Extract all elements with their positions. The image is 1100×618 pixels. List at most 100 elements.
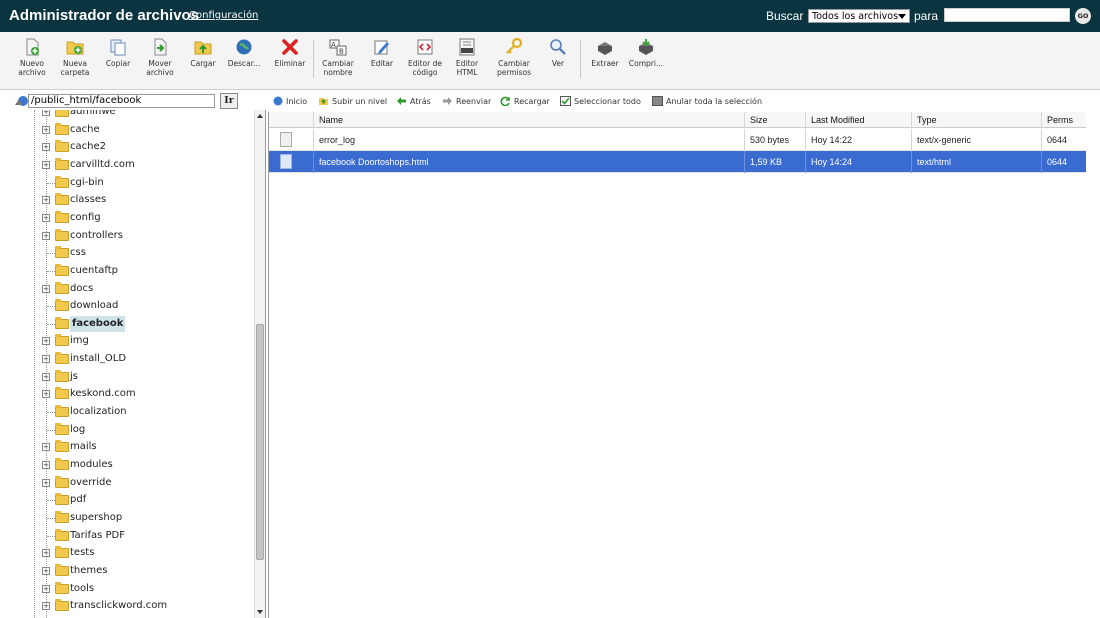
extract-button[interactable]: Extraer xyxy=(587,38,623,68)
header-bar: Administrador de archivos Configuración … xyxy=(0,0,1100,32)
tree-item-label: tests xyxy=(70,547,95,559)
size-column-header[interactable]: Size xyxy=(744,112,805,128)
reload-action[interactable]: Recargar xyxy=(500,96,550,108)
unselect-all-action[interactable]: Anular toda la selección xyxy=(652,96,762,108)
expand-plus-icon[interactable]: + xyxy=(42,196,50,205)
copy-icon xyxy=(110,39,126,56)
folder-icon xyxy=(55,352,69,365)
download-button[interactable]: Descar... xyxy=(225,38,263,68)
delete-button[interactable]: Eliminar xyxy=(270,38,310,68)
table-row[interactable]: facebook Doortoshops.html 1,59 KB Hoy 14:2… xyxy=(269,151,1086,173)
folder-icon xyxy=(55,122,69,135)
permissions-label-1: Cambiar xyxy=(498,59,530,68)
tree-item-label: install_OLD xyxy=(70,353,127,365)
up-level-label: Subir un nivel xyxy=(332,97,388,106)
path-bar: /public_html/facebook Ir xyxy=(0,92,266,110)
compress-button[interactable]: Compri... xyxy=(626,38,666,68)
expand-plus-icon[interactable]: + xyxy=(42,143,50,152)
expand-plus-icon[interactable]: + xyxy=(42,110,50,116)
expand-plus-icon[interactable]: + xyxy=(42,478,50,487)
folder-icon xyxy=(55,157,69,170)
new-file-button[interactable]: Nuevo archivo xyxy=(12,38,52,77)
para-label: para xyxy=(914,9,939,23)
path-input[interactable]: /public_html/facebook xyxy=(28,94,215,108)
icon-column-header xyxy=(269,112,313,128)
expand-plus-icon[interactable]: + xyxy=(42,372,50,381)
folder-icon xyxy=(55,281,69,294)
search-go-button[interactable]: GO xyxy=(1075,8,1091,24)
folder-icon xyxy=(55,422,69,435)
tree-item-label: img xyxy=(70,335,89,347)
expand-plus-icon[interactable]: + xyxy=(42,337,50,346)
table-row[interactable]: error_log 530 bytes Hoy 14:22 text/x-generi… xyxy=(269,129,1086,151)
folder-icon xyxy=(55,193,69,206)
html-editor-button[interactable]: Editor HTML xyxy=(451,38,483,77)
reload-label: Recargar xyxy=(514,97,550,106)
svg-text:B: B xyxy=(339,48,344,56)
forward-arrow-icon xyxy=(443,97,452,105)
tree-guide-line xyxy=(46,110,47,618)
new-folder-button[interactable]: Nueva carpeta xyxy=(55,38,95,77)
folder-icon xyxy=(55,546,69,559)
back-action[interactable]: Atrás xyxy=(396,96,431,108)
move-button[interactable]: Mover archivo xyxy=(142,38,178,77)
edit-icon xyxy=(374,40,389,55)
folder-tree: + adminwe + cache + cache2 + carvilltd.com cgi-b… xyxy=(0,110,266,618)
path-go-button[interactable]: Ir xyxy=(220,93,238,109)
move-label-1: Mover xyxy=(148,59,172,68)
unselect-all-label: Anular toda la selección xyxy=(666,97,763,106)
expand-plus-icon[interactable]: + xyxy=(42,549,50,558)
size-cell: 1,59 KB xyxy=(744,151,805,173)
expand-plus-icon[interactable]: + xyxy=(42,160,50,169)
checkbox-unselect-icon xyxy=(652,96,663,106)
perms-column-header[interactable]: Perms xyxy=(1041,112,1086,128)
app-title: Administrador de archivos xyxy=(9,7,200,24)
expand-plus-icon[interactable]: + xyxy=(42,390,50,399)
expand-plus-icon[interactable]: + xyxy=(42,602,50,611)
tree-scrollbar[interactable] xyxy=(254,110,265,618)
view-icon xyxy=(550,39,566,55)
scroll-down-icon[interactable] xyxy=(257,610,263,614)
select-all-action[interactable]: Seleccionar todo xyxy=(560,96,641,108)
name-column-header[interactable]: Name xyxy=(313,112,744,128)
expand-plus-icon[interactable]: + xyxy=(42,125,50,134)
table-header: Name Size Last Modified Type Perms xyxy=(269,112,1086,128)
scroll-thumb[interactable] xyxy=(256,324,264,560)
code-editor-button[interactable]: Editor de código xyxy=(405,38,445,77)
tree-item-label: classes xyxy=(70,194,107,206)
expand-plus-icon[interactable]: + xyxy=(42,584,50,593)
expand-plus-icon[interactable]: + xyxy=(42,443,50,452)
config-link[interactable]: Configuración xyxy=(189,10,258,21)
search-input[interactable] xyxy=(944,8,1070,22)
tree-item-label: cuentaftp xyxy=(70,264,118,276)
html-editor-label-1: Editor xyxy=(455,59,479,68)
tree-item-label: supershop xyxy=(70,511,123,523)
change-permissions-button[interactable]: Cambiar permisos xyxy=(492,38,536,77)
home-action[interactable]: Inicio xyxy=(272,96,307,108)
expand-plus-icon[interactable]: + xyxy=(42,566,50,575)
new-folder-label-2: carpeta xyxy=(60,68,90,77)
search-scope-select[interactable]: Todos los archivos xyxy=(808,9,910,23)
expand-plus-icon[interactable]: + xyxy=(42,231,50,240)
extract-icon xyxy=(598,42,612,55)
forward-action[interactable]: Reenviar xyxy=(442,96,491,108)
view-button[interactable]: Ver xyxy=(544,38,572,68)
modified-column-header[interactable]: Last Modified xyxy=(805,112,911,128)
expand-plus-icon[interactable]: + xyxy=(42,213,50,222)
rename-button[interactable]: AB Cambiar nombre xyxy=(318,38,358,77)
type-column-header[interactable]: Type xyxy=(911,112,1041,128)
tree-item-label: keskond.com xyxy=(70,388,136,400)
upload-button[interactable]: Cargar xyxy=(185,38,221,68)
up-level-action[interactable]: Subir un nivel xyxy=(318,96,387,108)
scroll-up-icon[interactable] xyxy=(257,114,263,118)
edit-button[interactable]: Editar xyxy=(366,38,398,68)
tree-item-label: transclickword.com xyxy=(70,600,168,612)
expand-plus-icon[interactable]: + xyxy=(42,284,50,293)
expand-plus-icon[interactable]: + xyxy=(42,355,50,364)
folder-icon xyxy=(55,387,69,400)
expand-plus-icon[interactable]: + xyxy=(42,461,50,469)
name-cell: error_log xyxy=(313,129,744,151)
copy-button[interactable]: Copiar xyxy=(101,38,135,68)
delete-icon xyxy=(282,39,298,55)
tree-item-label: override xyxy=(70,476,112,488)
